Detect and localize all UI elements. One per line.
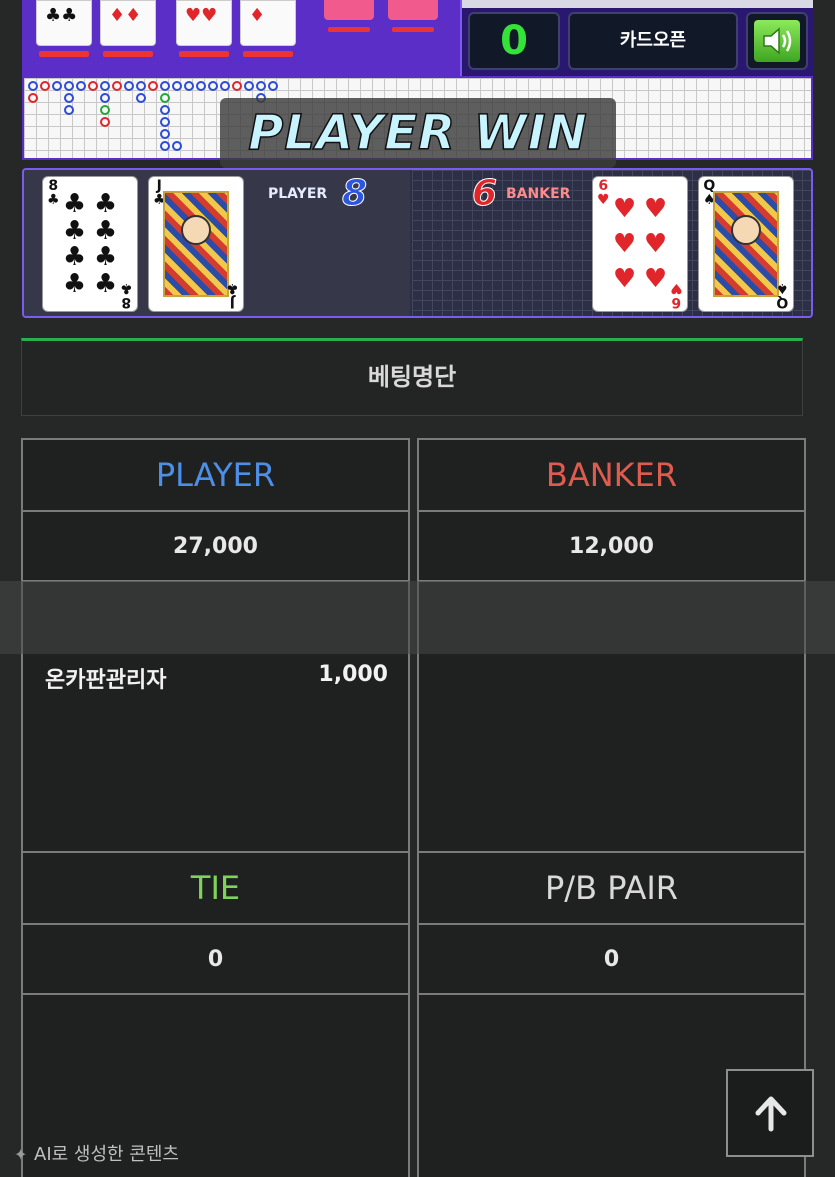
player-bet-title: PLAYER [23, 440, 408, 512]
mini-card: ♦♦ [100, 0, 156, 57]
sound-button[interactable] [746, 12, 808, 70]
status-strip [462, 0, 813, 8]
bet-entry: 온카판관리자 1,000 [45, 662, 388, 693]
overlay-band [0, 581, 835, 654]
mini-card: ♦ [240, 0, 296, 57]
speaker-icon [763, 27, 792, 55]
player-card-2: J ♣ J ♣ [148, 176, 244, 312]
tie-bet-title: TIE [23, 853, 408, 925]
pair-bet-total: 0 [419, 925, 804, 995]
bettor-name: 온카판관리자 [45, 668, 167, 693]
banker-card-2: Q ♠ Q ♠ [698, 176, 794, 312]
player-bet-total: 27,000 [23, 512, 408, 582]
mini-card: ♣♣ [36, 0, 92, 57]
scroll-top-button[interactable] [726, 1069, 814, 1157]
banker-bet-total: 12,000 [419, 512, 804, 582]
card-back [388, 0, 438, 32]
arrow-up-icon [755, 1096, 787, 1132]
result-banner-text: PLAYER WIN [247, 104, 588, 162]
round-count: 0 [468, 12, 560, 70]
player-score: 8 [341, 173, 368, 214]
player-card-1: 8 ♣ ♣ ♣ ♣ ♣ ♣ ♣ ♣ ♣ 8 ♣ [42, 176, 138, 312]
result-banner: PLAYER WIN [220, 98, 616, 168]
game-area: ♣♣ ♦♦ ♥♥ ♦ 0 카드오픈 8 ♣ ♣ ♣ ♣ ♣ ♣ ♣ ♣ ♣ 8 … [0, 0, 835, 330]
player-score-label: PLAYER [268, 186, 328, 202]
result-panel: 8 ♣ ♣ ♣ ♣ ♣ ♣ ♣ ♣ ♣ 8 ♣ J ♣ J ♣ PLAYER 8 6 BANKER 6… [22, 168, 813, 318]
bet-list-header: 베팅명단 [21, 338, 803, 416]
bet-amount: 1,000 [318, 662, 388, 687]
sparkle-icon: ✦ [14, 1145, 28, 1164]
card-open-button[interactable]: 카드오픈 [568, 12, 738, 70]
mini-card: ♥♥ [176, 0, 232, 57]
ai-note-text: AI로 생성한 콘텐츠 [34, 1144, 179, 1165]
ai-generated-note: ✦ AI로 생성한 콘텐츠 [14, 1140, 179, 1170]
banker-bet-title: BANKER [419, 440, 804, 512]
banker-score-label: BANKER [506, 186, 571, 202]
banker-card-1: 6 ♥ ♥ ♥ ♥ ♥ ♥ ♥ 6 ♥ [592, 176, 688, 312]
tie-bet-cell: TIE 0 [21, 851, 410, 1177]
card-back [324, 0, 374, 32]
bet-list-title: 베팅명단 [367, 363, 457, 391]
control-bar: 0 카드오픈 [460, 0, 813, 76]
tie-bet-total: 0 [23, 925, 408, 995]
pair-bet-title: P/B PAIR [419, 853, 804, 925]
banker-score: 6 [471, 173, 498, 214]
